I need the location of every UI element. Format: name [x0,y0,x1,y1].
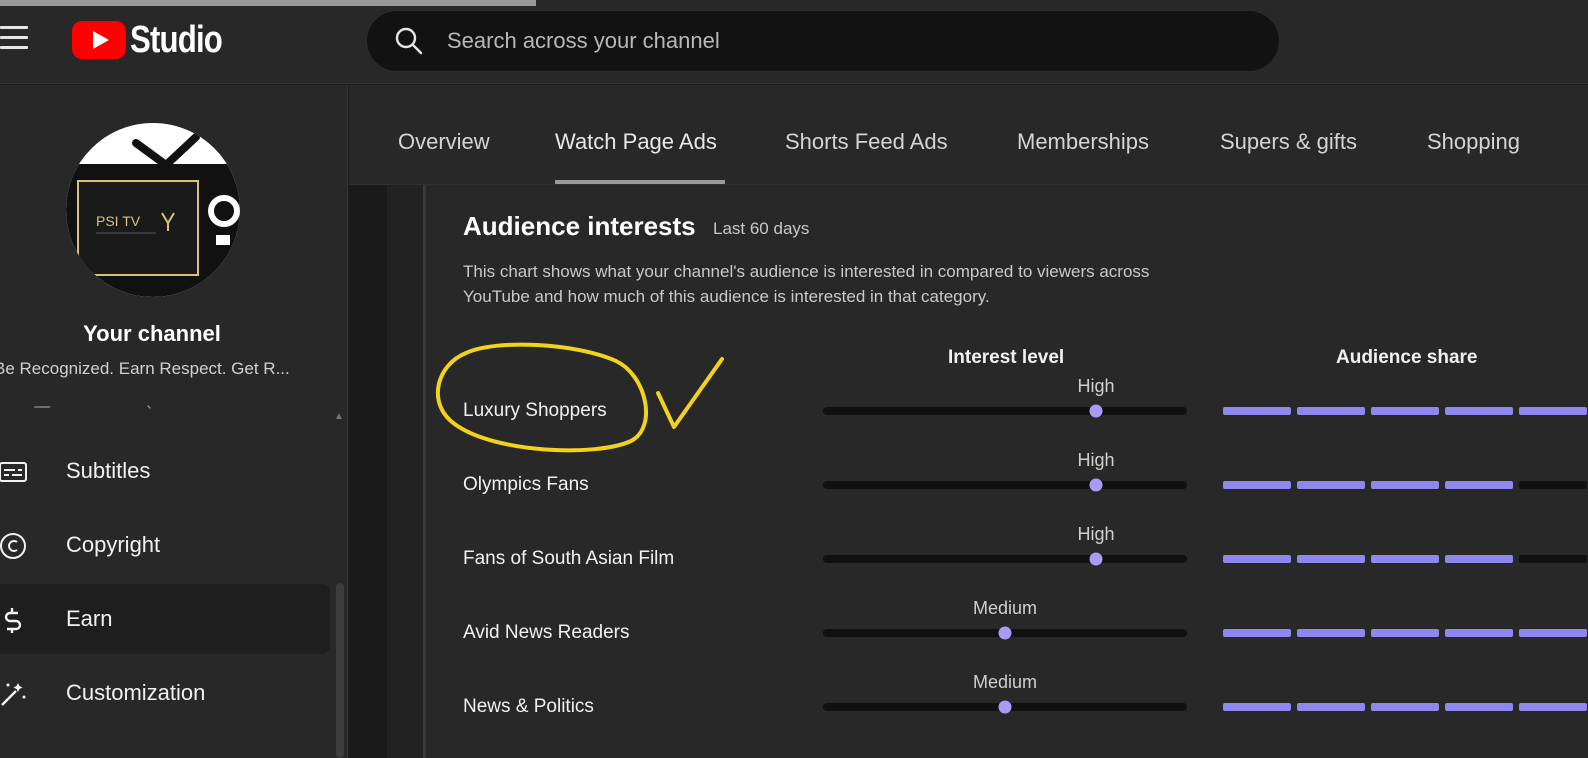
audience-share-segment [1223,629,1291,637]
interest-level-marker [1089,404,1103,418]
tab-supers-gifts[interactable]: Supers & gifts [1220,129,1357,155]
audience-share-segment [1297,703,1365,711]
audience-share-segment [1223,407,1291,415]
avatar-brand-text: PSI TV [96,213,141,229]
interest-level-track [823,407,1187,415]
audience-share-segment [1371,629,1439,637]
interest-level-label: High [1077,376,1115,396]
search-input[interactable] [445,21,1279,61]
audience-share-segment [1371,703,1439,711]
interest-level-marker [998,626,1012,640]
audience-share-segment [1297,555,1365,563]
audience-share-segment [1371,555,1439,563]
audience-share-segment [1519,555,1587,563]
active-tab-indicator [555,180,725,184]
audience-share-segment [1519,629,1587,637]
top-bar: Studio [0,0,1588,84]
interest-level-label: Medium [972,672,1038,692]
audience-share-segment [1297,481,1365,489]
audience-share-segment [1371,407,1439,415]
audience-share-bar [1223,703,1588,711]
top-strip [0,0,536,6]
audience-share-segment [1223,703,1291,711]
card-description: This chart shows what your channel's aud… [463,262,1150,306]
sidebar-item-copyright[interactable]: Copyright [0,510,330,580]
interest-row-label: Fans of South Asian Film [463,548,675,569]
audience-share-segment [1445,481,1513,489]
sidebar-item-subtitles[interactable]: Subtitles [0,436,330,506]
audience-share-segment [1445,407,1513,415]
interest-row-label: Luxury Shoppers [463,400,607,421]
sidebar-item-label: Earn [66,606,113,631]
audience-share-segment [1371,481,1439,489]
sidebar-partial-item [34,405,151,409]
search-bar[interactable] [366,10,1280,72]
interest-level-track [823,481,1187,489]
audience-interests-card: Audience interests Last 60 days This cha… [423,185,1588,758]
audience-share-segment [1297,407,1365,415]
audience-share-segment [1223,555,1291,563]
sidebar-item-label: Copyright [66,532,161,557]
magic-wand-icon [1,683,26,706]
tab-memberships[interactable]: Memberships [1017,129,1149,155]
tab-shorts-feed-ads[interactable]: Shorts Feed Ads [785,129,948,155]
menu-icon[interactable] [0,26,30,50]
sidebar-item-label: Customization [66,680,206,705]
audience-share-bar [1223,555,1588,563]
sidebar-item-customization[interactable]: Customization [0,658,330,728]
sidebar-item-label: Subtitles [66,458,151,483]
channel-tagline: Be Recognized. Earn Respect. Get R... [0,359,290,378]
interest-row-label: News & Politics [463,696,594,717]
card-period: Last 60 days [713,219,810,238]
interest-level-label: High [1077,524,1115,544]
content-gutter-inner [387,185,423,758]
sidebar: PSI TV Your channel Be Recognized. Earn … [0,85,348,758]
audience-share-segment [1519,481,1587,489]
logo-text: Studio [130,18,223,61]
scroll-up-icon[interactable]: ▲ [334,411,344,422]
tab-watch-page-ads[interactable]: Watch Page Ads [555,129,717,155]
interest-level-track [823,555,1187,563]
subtitles-icon [0,462,27,482]
tab-bar: Overview Watch Page Ads Shorts Feed Ads … [349,85,1588,185]
interest-level-marker [1089,552,1103,566]
audience-share-bar [1223,407,1588,415]
studio-logo[interactable]: Studio [72,18,242,62]
interest-level-label: Medium [972,598,1038,618]
audience-share-bar [1223,481,1588,489]
audience-share-segment [1445,629,1513,637]
channel-name: Your channel [83,321,221,346]
audience-share-segment [1519,703,1587,711]
audience-share-segment [1297,629,1365,637]
audience-share-segment [1445,703,1513,711]
interest-row-label: Olympics Fans [463,474,589,495]
audience-share-segment [1223,481,1291,489]
card-title: Audience interests [463,211,696,241]
interest-level-marker [998,700,1012,714]
column-header-interest: Interest level [948,347,1065,368]
sidebar-item-earn[interactable]: Earn [0,584,330,654]
search-icon[interactable] [393,25,425,57]
sidebar-scrollbar[interactable] [336,583,344,758]
audience-share-segment [1445,555,1513,563]
tab-shopping[interactable]: Shopping [1427,129,1520,155]
avatar[interactable]: PSI TV [66,123,240,297]
interest-level-marker [1089,478,1103,492]
interest-row-label: Avid News Readers [463,622,630,643]
copyright-icon [0,533,26,559]
main-content: Overview Watch Page Ads Shorts Feed Ads … [349,85,1588,758]
checkmark-icon [656,357,724,429]
audience-share-segment [1519,407,1587,415]
dollar-icon [4,608,22,633]
column-header-share: Audience share [1336,347,1478,368]
interest-level-label: High [1077,450,1115,470]
youtube-play-icon [72,21,126,59]
tab-overview[interactable]: Overview [398,129,490,155]
audience-share-bar [1223,629,1588,637]
channel-logo-image: PSI TV [66,123,240,297]
